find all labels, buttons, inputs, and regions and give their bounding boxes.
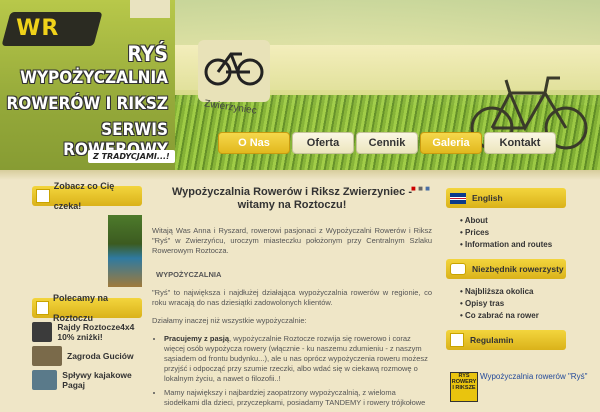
- print-icon[interactable]: ■: [418, 184, 423, 193]
- nav-oferta[interactable]: Oferta: [292, 132, 354, 154]
- recommend-label: Zagroda Guciów: [67, 351, 134, 361]
- road-sign-top: [130, 0, 170, 18]
- english-links: About Prices Information and routes: [460, 216, 566, 249]
- feature-list: Pracujemy z pasją, wypożyczalnie Roztocz…: [152, 334, 432, 408]
- paragraph-2: Działamy inaczej niż wszystkie wypożycza…: [152, 316, 307, 325]
- list-item-text: Mamy największy i najbardziej zaopatrzon…: [164, 388, 426, 407]
- nav-cennik[interactable]: Cennik: [356, 132, 418, 154]
- right-column: English About Prices Information and rou…: [446, 188, 566, 350]
- brand-name: RYŚ: [127, 42, 168, 66]
- nav-o-nas[interactable]: O Nas: [218, 132, 290, 154]
- main-nav: O Nas Oferta Cennik Galeria Kontakt: [218, 132, 556, 154]
- recommend-label: Spływy kajakowe Pagaj: [62, 370, 132, 390]
- recommend-item[interactable]: Rajdy Roztocze4x4 10% zniżki!: [32, 322, 142, 342]
- uk-flag-icon: [450, 192, 466, 204]
- link-what-to-take[interactable]: Co zabrać na rower: [460, 311, 566, 320]
- box-recommend: Polecamy na Roztoczu: [32, 293, 142, 323]
- page-title: Wypożyczalnia Rowerów i Riksz Zwierzynie…: [171, 186, 413, 211]
- box-see-what-awaits[interactable]: Zobacz co Cię czeka!: [32, 181, 142, 211]
- box-title-text: Zobacz co Cię czeka!: [53, 181, 115, 211]
- jeep-icon: [32, 322, 53, 342]
- facebook-link[interactable]: Wypożyczalnia rowerów "Ryś": [480, 372, 587, 382]
- brand-line-2: ROWERÓW I RIKSZ: [6, 94, 168, 114]
- link-info-routes[interactable]: Information and routes: [460, 240, 566, 249]
- list-item-bold: Pracujemy z pasją: [164, 334, 230, 343]
- pdf-icon[interactable]: ■: [411, 184, 416, 193]
- left-column: Zobacz co Cię czeka!: [32, 181, 142, 211]
- link-routes[interactable]: Opisy tras: [460, 299, 566, 308]
- box-title-text: Regulamin: [470, 335, 514, 345]
- link-nearby[interactable]: Najbliższa okolica: [460, 287, 566, 296]
- tagline: Z TRADYCJAMI...!: [88, 150, 175, 163]
- fist-icon: [450, 333, 464, 347]
- nav-kontakt[interactable]: Kontakt: [484, 132, 556, 154]
- recommend-list: Rajdy Roztocze4x4 10% zniżki! Zagroda Gu…: [32, 322, 142, 394]
- arrow-icon: [36, 189, 50, 203]
- link-about[interactable]: About: [460, 216, 566, 225]
- bike-road-sign: Zwierzyniec: [198, 40, 270, 117]
- gallery-photo[interactable]: [108, 215, 142, 287]
- paragraph-1: "Ryś" to największa i najdłużej działają…: [152, 288, 432, 307]
- recommend-label: Rajdy Roztocze4x4 10% zniżki!: [57, 322, 135, 342]
- brand-line-1: WYPOŻYCZALNIA: [20, 68, 168, 88]
- cyclist-links: Najbliższa okolica Opisy tras Co zabrać …: [460, 287, 566, 320]
- section-heading: WYPOŻYCZALNIA: [156, 270, 222, 279]
- email-icon[interactable]: ■: [425, 184, 430, 193]
- logo[interactable]: WR: [1, 12, 103, 46]
- recommend-item[interactable]: Spływy kajakowe Pagaj: [32, 370, 142, 390]
- kayak-icon: [32, 370, 58, 390]
- bike-sign-icon: [204, 52, 264, 86]
- left-column-recommend: Polecamy na Roztoczu: [32, 293, 142, 323]
- header: WR RYŚ WYPOŻYCZALNIA ROWERÓW I RIKSZ SER…: [0, 0, 600, 170]
- box-title-text: Niezbędnik rowerzysty: [472, 264, 564, 274]
- nav-galeria[interactable]: Galeria: [420, 132, 482, 154]
- farm-icon: [32, 346, 62, 366]
- box-english[interactable]: English: [446, 188, 566, 208]
- box-cyclist-kit[interactable]: Niezbędnik rowerzysty: [446, 259, 566, 279]
- rys-mini-logo[interactable]: RYŚ ROWERY I RIKSZE: [450, 372, 478, 402]
- list-item: Mamy największy i najbardziej zaopatrzon…: [164, 388, 432, 408]
- box-regulations[interactable]: Regulamin: [446, 330, 566, 350]
- page-tools: ■ ■ ■: [411, 184, 430, 194]
- intro-text: Witają Was Anna i Ryszard, rowerowi pasj…: [152, 226, 432, 255]
- recommend-item[interactable]: Zagroda Guciów: [32, 346, 142, 366]
- list-item: Pracujemy z pasją, wypożyczalnie Roztocz…: [164, 334, 432, 384]
- star-icon: [36, 301, 49, 315]
- main-content: ■ ■ ■ Wypożyczalnia Rowerów i Riksz Zwie…: [152, 184, 432, 412]
- logo-text: WR: [16, 16, 60, 41]
- link-prices[interactable]: Prices: [460, 228, 566, 237]
- bike-icon: [450, 263, 466, 275]
- box-title-text: English: [472, 193, 503, 203]
